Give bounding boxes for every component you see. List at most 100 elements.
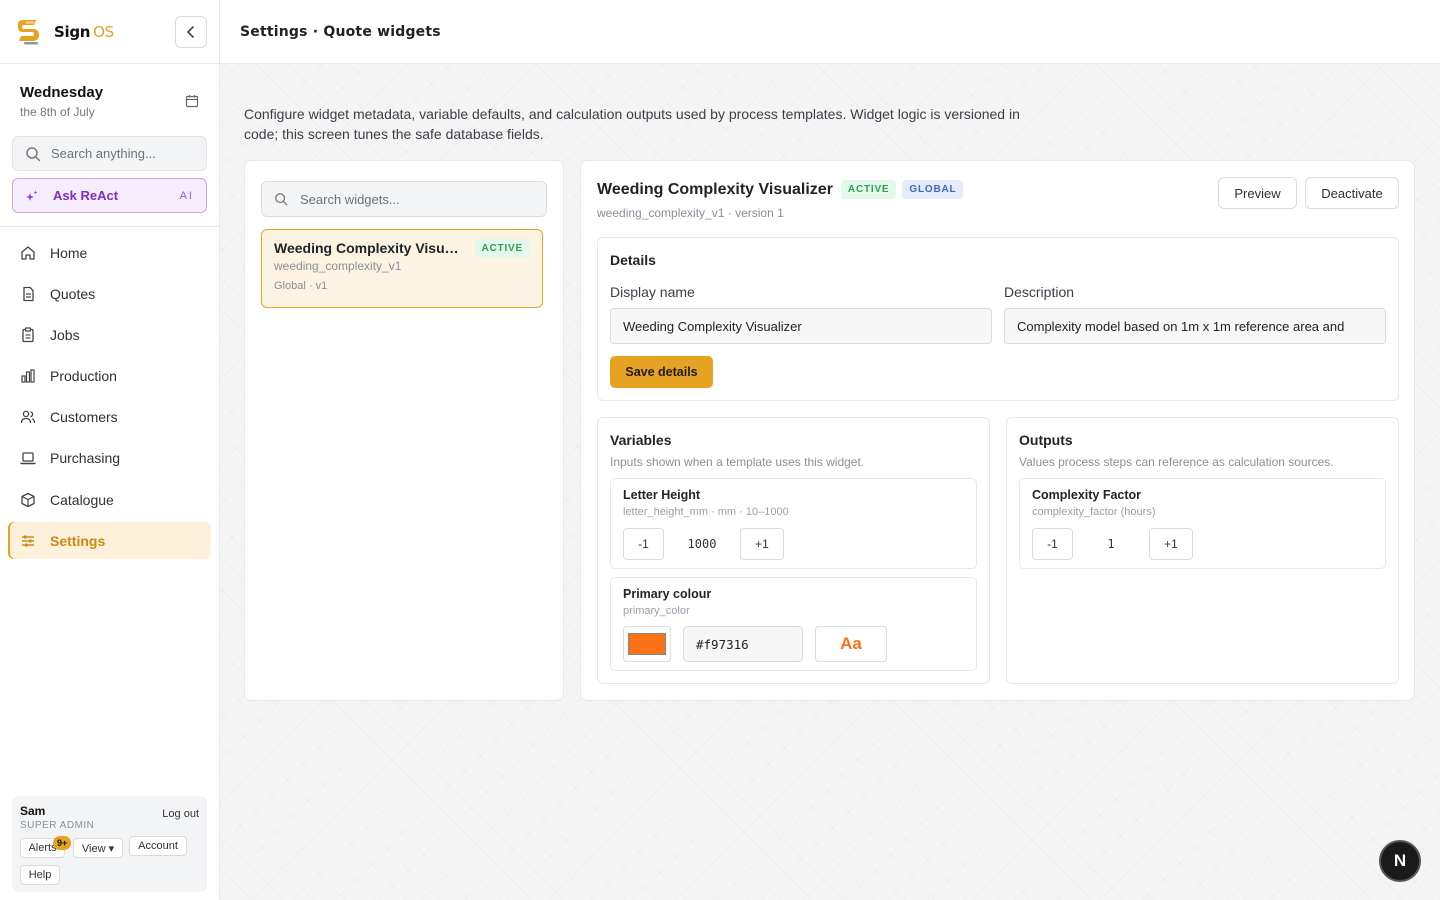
search-icon: [275, 193, 288, 206]
widget-list-item[interactable]: Weeding Complexity Visualizer weeding_co…: [261, 229, 543, 308]
variable-title: Letter Height: [623, 488, 701, 502]
ask-react-label: Ask ReAct: [53, 188, 119, 203]
display-name-field[interactable]: Weeding Complexity Visualizer: [610, 308, 992, 344]
help-button[interactable]: Help: [20, 865, 60, 885]
decrement-button[interactable]: -1: [1032, 528, 1073, 560]
search-icon: [26, 146, 41, 161]
sidebar-item-purchasing[interactable]: Purchasing: [8, 440, 211, 477]
sidebar-item-label: Jobs: [50, 326, 80, 343]
user-role: SUPER ADMIN: [20, 820, 95, 831]
users-icon: [20, 411, 36, 424]
outputs-subheading: Values process steps can reference as ca…: [1019, 455, 1334, 469]
variable-key: primary_color: [623, 605, 690, 617]
view-menu-button[interactable]: View ▾: [73, 838, 123, 858]
date-subtitle: the 8th of July: [20, 105, 95, 119]
collapse-sidebar-button[interactable]: [175, 16, 207, 48]
bar-chart-icon: [21, 369, 35, 383]
main-content: Configure widget metadata, variable defa…: [220, 64, 1440, 900]
widget-search-placeholder: Search widgets...: [300, 191, 400, 207]
sliders-icon: [22, 535, 34, 547]
log-out-button[interactable]: Log out: [162, 808, 199, 820]
display-name-label: Display name: [610, 284, 695, 300]
colour-swatch: [628, 633, 666, 655]
output-title: Complexity Factor: [1032, 488, 1142, 502]
colour-preview: Aa: [815, 626, 887, 662]
sidebar-item-quotes[interactable]: Quotes: [8, 275, 211, 312]
user-card: Sam SUPER ADMIN Log out Alerts 9+ View ▾…: [12, 796, 207, 892]
complexity-factor-value[interactable]: 1: [1075, 528, 1147, 560]
sidebar-item-home[interactable]: Home: [8, 234, 211, 271]
output-meta: complexity_factor (hours): [1032, 506, 1156, 518]
widget-item-meta: Global · v1: [274, 280, 328, 292]
home-icon: [21, 245, 35, 260]
sidebar-item-label: Customers: [50, 409, 118, 426]
increment-button[interactable]: +1: [740, 528, 784, 560]
sidebar-item-label: Quotes: [50, 285, 96, 302]
scope-badge: GLOBAL: [902, 180, 964, 199]
details-heading: Details: [610, 252, 656, 268]
sidebar-item-jobs[interactable]: Jobs: [8, 316, 211, 353]
widget-item-key: weeding_complexity_v1: [274, 259, 402, 273]
colour-hex-field[interactable]: #f97316: [683, 626, 803, 662]
sidebar-item-settings[interactable]: Settings: [8, 522, 211, 560]
sidebar-item-label: Production: [50, 368, 117, 385]
brand-name-main: Sign: [54, 22, 91, 41]
outputs-section: Outputs Values process steps can referen…: [1006, 417, 1399, 684]
colour-picker[interactable]: [623, 626, 671, 662]
date-day: Wednesday: [20, 84, 104, 101]
status-badge: ACTIVE: [840, 180, 897, 199]
widget-subtitle: weeding_complexity_v1 · version 1: [597, 206, 784, 220]
sidebar-item-catalogue[interactable]: Catalogue: [8, 481, 211, 518]
increment-button[interactable]: +1: [1149, 528, 1193, 560]
widget-list-panel: Search widgets... Weeding Complexity Vis…: [244, 160, 564, 701]
widget-title-row: Weeding Complexity Visualizer ACTIVE GLO…: [597, 180, 969, 199]
document-icon: [23, 286, 34, 301]
sidebar: Sign OS Wednesday the 8th of July Search …: [0, 0, 220, 900]
sidebar-item-label: Purchasing: [50, 450, 121, 467]
letter-height-value[interactable]: 1000: [666, 528, 738, 560]
variable-title: Primary colour: [623, 587, 712, 601]
sign-os-logo-icon[interactable]: [14, 18, 42, 46]
brand-name: Sign OS: [54, 23, 114, 41]
box-icon: [21, 492, 35, 507]
widget-item-title: Weeding Complexity Visualizer: [274, 240, 466, 256]
sidebar-item-production[interactable]: Production: [8, 358, 211, 395]
variable-meta: letter_height_mm · mm · 10–1000: [623, 506, 789, 518]
breadcrumb: Settings · Quote widgets: [240, 23, 441, 40]
sidebar-item-label: Settings: [50, 532, 106, 549]
details-section: Details Display name Weeding Complexity …: [597, 237, 1399, 401]
description-label: Description: [1004, 284, 1075, 300]
ask-react-button[interactable]: Ask ReAct AI: [12, 178, 207, 213]
global-search-input[interactable]: Search anything...: [12, 136, 207, 171]
brand-name-accent: OS: [93, 22, 114, 41]
preview-button[interactable]: Preview: [1218, 177, 1297, 209]
sidebar-item-label: Home: [50, 244, 88, 261]
status-badge: ACTIVE: [474, 239, 530, 258]
ai-badge: AI: [179, 189, 194, 202]
account-button[interactable]: Account: [129, 836, 187, 856]
widget-search-input[interactable]: Search widgets...: [261, 181, 547, 217]
sidebar-nav: Home Quotes Jobs Production Customers Pu…: [8, 234, 211, 564]
sidebar-item-customers[interactable]: Customers: [8, 399, 211, 436]
alerts-count-badge: 9+: [53, 836, 72, 850]
decrement-button[interactable]: -1: [623, 528, 664, 560]
description-field[interactable]: Complexity model based on 1m x 1m refere…: [1004, 308, 1386, 344]
outputs-heading: Outputs: [1019, 432, 1073, 448]
deactivate-button[interactable]: Deactivate: [1305, 177, 1399, 209]
top-bar: Settings · Quote widgets: [220, 0, 1440, 64]
save-details-button[interactable]: Save details: [610, 356, 713, 388]
widget-detail-panel: Weeding Complexity Visualizer ACTIVE GLO…: [580, 160, 1415, 701]
page-intro: Configure widget metadata, variable defa…: [244, 106, 1020, 142]
nextjs-dev-button[interactable]: N: [1379, 840, 1421, 882]
complexity-factor-output: Complexity Factor complexity_factor (hou…: [1019, 478, 1386, 569]
brand-bar: Sign OS: [0, 0, 219, 64]
clipboard-icon: [22, 327, 34, 343]
primary-colour-variable: Primary colour primary_color #f97316 Aa: [610, 577, 977, 671]
sparkle-icon: [26, 190, 38, 201]
variables-heading: Variables: [610, 432, 672, 448]
sidebar-divider: [0, 226, 219, 227]
calendar-icon[interactable]: [185, 94, 199, 108]
laptop-icon: [20, 452, 36, 465]
chevron-left-icon: [187, 26, 194, 38]
variables-section: Variables Inputs shown when a template u…: [597, 417, 990, 684]
